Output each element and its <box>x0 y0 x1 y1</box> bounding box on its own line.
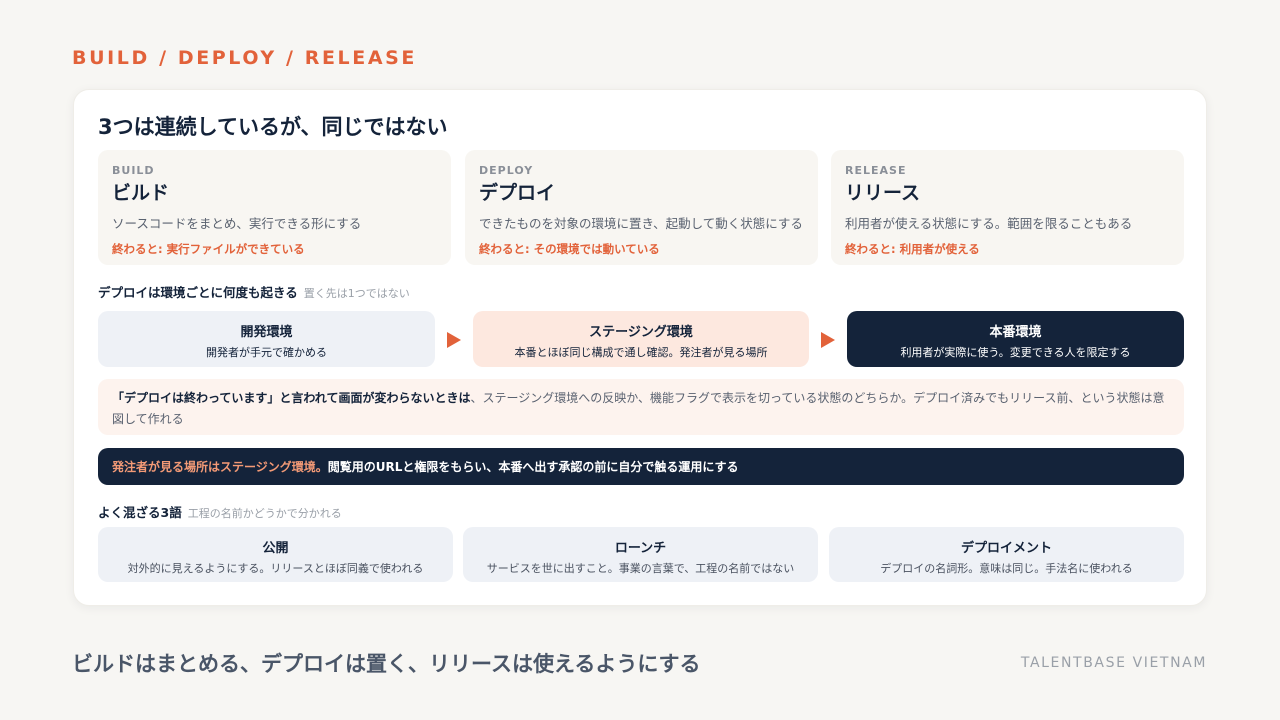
term-desc: デプロイの名詞形。意味は同じ。手法名に使われる <box>880 562 1133 575</box>
arrow-right-icon <box>821 332 835 348</box>
banner-highlight: 発注者が見る場所はステージング環境。 <box>112 460 328 474</box>
stage-outcome: 終わると: 利用者が使える <box>845 242 980 256</box>
note-emphasis: 「デプロイは終わっています」と言われて画面が変わらないときは <box>112 391 471 405</box>
section-eyebrow: BUILD / DEPLOY / RELEASE <box>72 47 417 69</box>
deploy-section-title: デプロイは環境ごとに何度も起きる <box>98 285 298 300</box>
term-card-launch: ローンチ サービスを世に出すこと。事業の言葉で、工程の名前ではない <box>463 527 818 582</box>
env-title: ステージング環境 <box>589 325 693 340</box>
terms-section-heading: よく混ざる3語 工程の名前かどうかで分かれる <box>98 502 342 521</box>
terms-section-title: よく混ざる3語 <box>98 505 182 520</box>
env-title: 本番環境 <box>989 325 1042 340</box>
content-card: 3つは連続しているが、同じではない BUILD ビルド ソースコードをまとめ、実… <box>73 89 1207 606</box>
term-title: ローンチ <box>614 541 667 556</box>
env-development: 開発環境 開発者が手元で確かめる <box>98 311 435 367</box>
brand-name: TALENTBASE VIETNAM <box>1020 655 1207 671</box>
stage-desc: ソースコードをまとめ、実行できる形にする <box>112 216 362 231</box>
stage-desc: 利用者が使える状態にする。範囲を限ることもある <box>845 216 1133 231</box>
term-card-publish: 公開 対外的に見えるようにする。リリースとほぼ同義で使われる <box>98 527 453 582</box>
stage-name: リリース <box>845 182 921 204</box>
deploy-section-heading: デプロイは環境ごとに何度も起きる 置く先は1つではない <box>98 282 410 301</box>
stage-label: RELEASE <box>845 164 907 177</box>
stage-outcome: 終わると: 実行ファイルができている <box>112 242 305 256</box>
term-card-deployment: デプロイメント デプロイの名詞形。意味は同じ。手法名に使われる <box>829 527 1184 582</box>
stage-name: ビルド <box>112 182 170 204</box>
env-staging: ステージング環境 本番とほぼ同じ構成で通し確認。発注者が見る場所 <box>473 311 809 367</box>
stage-label: DEPLOY <box>479 164 534 177</box>
env-production: 本番環境 利用者が実際に使う。変更できる人を限定する <box>847 311 1184 367</box>
term-desc: 対外的に見えるようにする。リリースとほぼ同義で使われる <box>127 562 424 575</box>
footer-summary: ビルドはまとめる、デプロイは置く、リリースは使えるようにする <box>72 652 701 676</box>
stage-card-release: RELEASE リリース 利用者が使える状態にする。範囲を限ることもある 終わる… <box>831 150 1184 265</box>
banner-body: 閲覧用のURLと権限をもらい、本番へ出す承認の前に自分で触る運用にする <box>327 460 739 474</box>
env-desc: 本番とほぼ同じ構成で通し確認。発注者が見る場所 <box>514 346 768 359</box>
terms-section-subtitle: 工程の名前かどうかで分かれる <box>187 507 342 520</box>
stage-label: BUILD <box>112 164 155 177</box>
term-title: デプロイメント <box>960 541 1052 556</box>
key-point-banner: 発注者が見る場所はステージング環境。閲覧用のURLと権限をもらい、本番へ出す承認… <box>98 448 1184 485</box>
stage-card-build: BUILD ビルド ソースコードをまとめ、実行できる形にする 終わると: 実行フ… <box>98 150 451 265</box>
stage-card-deploy: DEPLOY デプロイ できたものを対象の環境に置き、起動して動く状態にする 終… <box>465 150 818 265</box>
stage-outcome: 終わると: その環境では動いている <box>479 242 660 256</box>
card-title: 3つは連続しているが、同じではない <box>98 115 448 139</box>
term-title: 公開 <box>262 541 289 556</box>
term-desc: サービスを世に出すこと。事業の言葉で、工程の名前ではない <box>486 562 795 575</box>
env-title: 開発環境 <box>240 325 293 340</box>
deploy-section-subtitle: 置く先は1つではない <box>303 287 410 300</box>
stage-name: デプロイ <box>479 182 556 204</box>
callout-note: 「デプロイは終わっています」と言われて画面が変わらないときは、ステージング環境へ… <box>98 379 1184 435</box>
env-desc: 利用者が実際に使う。変更できる人を限定する <box>900 346 1131 359</box>
env-desc: 開発者が手元で確かめる <box>206 346 327 359</box>
stage-desc: できたものを対象の環境に置き、起動して動く状態にする <box>479 216 803 231</box>
arrow-right-icon <box>447 332 461 348</box>
